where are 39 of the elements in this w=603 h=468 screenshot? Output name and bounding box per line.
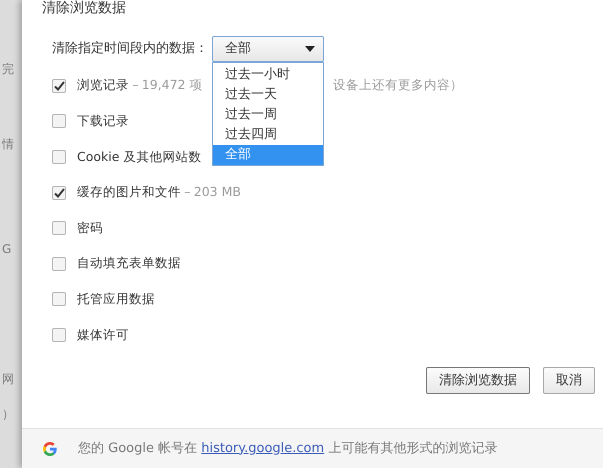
- menu-option[interactable]: 过去一小时: [213, 65, 323, 85]
- checkbox[interactable]: [52, 114, 66, 128]
- checkbox-label: 密码: [77, 218, 103, 237]
- checkbox-label: 下载记录: [77, 112, 129, 130]
- range-label: 清除指定时间段内的数据：: [52, 40, 208, 58]
- background-text: ）: [2, 406, 14, 423]
- checkbox[interactable]: [52, 292, 66, 306]
- background-text: 完: [2, 61, 14, 78]
- checkbox[interactable]: [52, 150, 66, 164]
- checkbox-label: 浏览记录: [77, 76, 129, 94]
- google-logo-icon: [42, 440, 58, 456]
- clear-data-button[interactable]: 清除浏览数据: [426, 366, 530, 394]
- history-link[interactable]: history.google.com: [201, 440, 324, 456]
- checkbox[interactable]: [52, 186, 66, 200]
- caret-icon: [305, 46, 315, 52]
- item-detail: 设备上还有更多内容）: [333, 76, 463, 94]
- checkbox-label: 托管应用数据: [77, 290, 155, 308]
- menu-option[interactable]: 过去一周: [213, 105, 323, 125]
- menu-option[interactable]: 过去一天: [213, 85, 323, 105]
- dash-separator: –: [132, 76, 138, 94]
- background-text: 网: [2, 371, 14, 388]
- checkbox-label: 媒体许可: [77, 326, 129, 344]
- time-range-dropdown[interactable]: 全部: [212, 36, 324, 62]
- checkbox[interactable]: [52, 78, 66, 93]
- checkbox[interactable]: [52, 256, 66, 271]
- dialog-title: 清除浏览数据: [42, 0, 127, 16]
- item-detail: 19,472 项: [142, 76, 202, 94]
- background-text: 情: [2, 136, 14, 153]
- checkbox-label: 自动填充表单数据: [77, 254, 181, 272]
- checkbox[interactable]: [52, 221, 66, 236]
- item-detail: 203 MB: [194, 183, 241, 202]
- cancel-button[interactable]: 取消: [543, 366, 595, 394]
- background-text: G: [2, 241, 12, 258]
- footer-text: 您的 Google 帐号在 history.google.com 上可能有其他形式的浏览记录: [78, 440, 498, 458]
- menu-option[interactable]: 过去四周: [213, 125, 323, 145]
- checkbox-label: Cookie 及其他网站数: [77, 148, 202, 166]
- dash-separator: –: [184, 183, 190, 202]
- checkbox-label: 缓存的图片和文件: [77, 183, 181, 202]
- checkbox[interactable]: [52, 328, 66, 342]
